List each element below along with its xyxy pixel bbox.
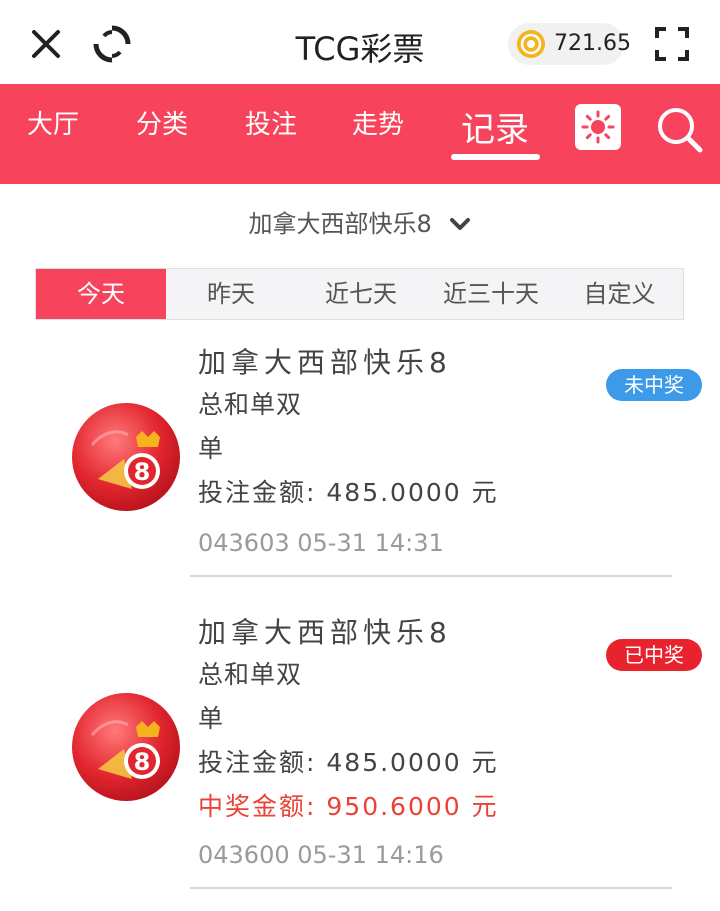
filter-yesterday[interactable]: 昨天 bbox=[166, 269, 296, 319]
record-play-type: 总和单双 bbox=[198, 660, 303, 689]
record-game-name: 加拿大西部快乐8 bbox=[198, 616, 452, 649]
record-bet-amount: 投注金额: 485.0000 元 bbox=[198, 743, 499, 779]
top-bar: TCG彩票 721.65 bbox=[0, 0, 720, 84]
keno8-game-icon: 8 bbox=[70, 401, 182, 513]
active-tab-indicator bbox=[451, 154, 540, 160]
record-play-type: 总和单双 bbox=[198, 390, 303, 419]
main-nav: 大厅 分类 投注 走势 记录 bbox=[0, 84, 720, 184]
filter-custom[interactable]: 自定义 bbox=[556, 269, 683, 319]
game-selector-label: 加拿大西部快乐8 bbox=[248, 210, 432, 238]
bet-amount-label: 投注金额: bbox=[198, 478, 317, 507]
bet-amount-value: 485.0000 bbox=[326, 748, 462, 777]
record-meta: 043600 05-31 14:16 bbox=[198, 841, 444, 869]
filter-last-7-days[interactable]: 近七天 bbox=[296, 269, 426, 319]
record-meta: 043603 05-31 14:31 bbox=[198, 529, 444, 557]
record-issue: 043600 bbox=[198, 841, 290, 869]
record-pick: 单 bbox=[198, 704, 225, 733]
divider bbox=[190, 575, 672, 577]
bet-amount-unit: 元 bbox=[471, 748, 499, 777]
record-time: 05-31 14:16 bbox=[297, 841, 444, 869]
divider bbox=[190, 887, 672, 889]
fullscreen-icon[interactable] bbox=[654, 26, 690, 62]
tab-category[interactable]: 分类 bbox=[136, 104, 188, 141]
game-selector[interactable]: 加拿大西部快乐8 bbox=[0, 204, 720, 239]
record-win-amount: 中奖金额: 950.6000 元 bbox=[198, 787, 499, 823]
svg-text:8: 8 bbox=[134, 458, 151, 486]
record-bet-amount: 投注金额: 485.0000 元 bbox=[198, 473, 499, 509]
filter-last-30-days[interactable]: 近三十天 bbox=[426, 269, 556, 319]
date-filter: 今天 昨天 近七天 近三十天 自定义 bbox=[35, 268, 684, 320]
tab-trend[interactable]: 走势 bbox=[352, 104, 404, 141]
record-game-name: 加拿大西部快乐8 bbox=[198, 346, 452, 379]
balance-value: 721.65 bbox=[554, 31, 631, 56]
filter-today[interactable]: 今天 bbox=[36, 269, 166, 319]
chevron-down-icon bbox=[450, 218, 471, 230]
tab-bet[interactable]: 投注 bbox=[245, 104, 297, 141]
svg-text:8: 8 bbox=[134, 748, 151, 776]
record-time: 05-31 14:31 bbox=[297, 529, 444, 557]
status-badge: 已中奖 bbox=[606, 639, 702, 671]
record-issue: 043603 bbox=[198, 529, 290, 557]
coin-icon bbox=[516, 29, 546, 59]
sun-icon[interactable] bbox=[575, 104, 621, 150]
win-amount-value: 950.6000 bbox=[326, 792, 462, 821]
bet-amount-unit: 元 bbox=[471, 478, 499, 507]
status-badge: 未中奖 bbox=[606, 369, 702, 401]
tab-lobby[interactable]: 大厅 bbox=[27, 104, 79, 141]
bet-amount-label: 投注金额: bbox=[198, 748, 317, 777]
tab-records[interactable]: 记录 bbox=[461, 102, 529, 151]
record-pick: 单 bbox=[198, 434, 225, 463]
win-amount-label: 中奖金额: bbox=[198, 792, 317, 821]
win-amount-unit: 元 bbox=[471, 792, 499, 821]
keno8-game-icon: 8 bbox=[70, 691, 182, 803]
search-icon[interactable] bbox=[654, 104, 706, 156]
bet-amount-value: 485.0000 bbox=[326, 478, 462, 507]
balance-badge[interactable]: 721.65 bbox=[508, 23, 631, 65]
